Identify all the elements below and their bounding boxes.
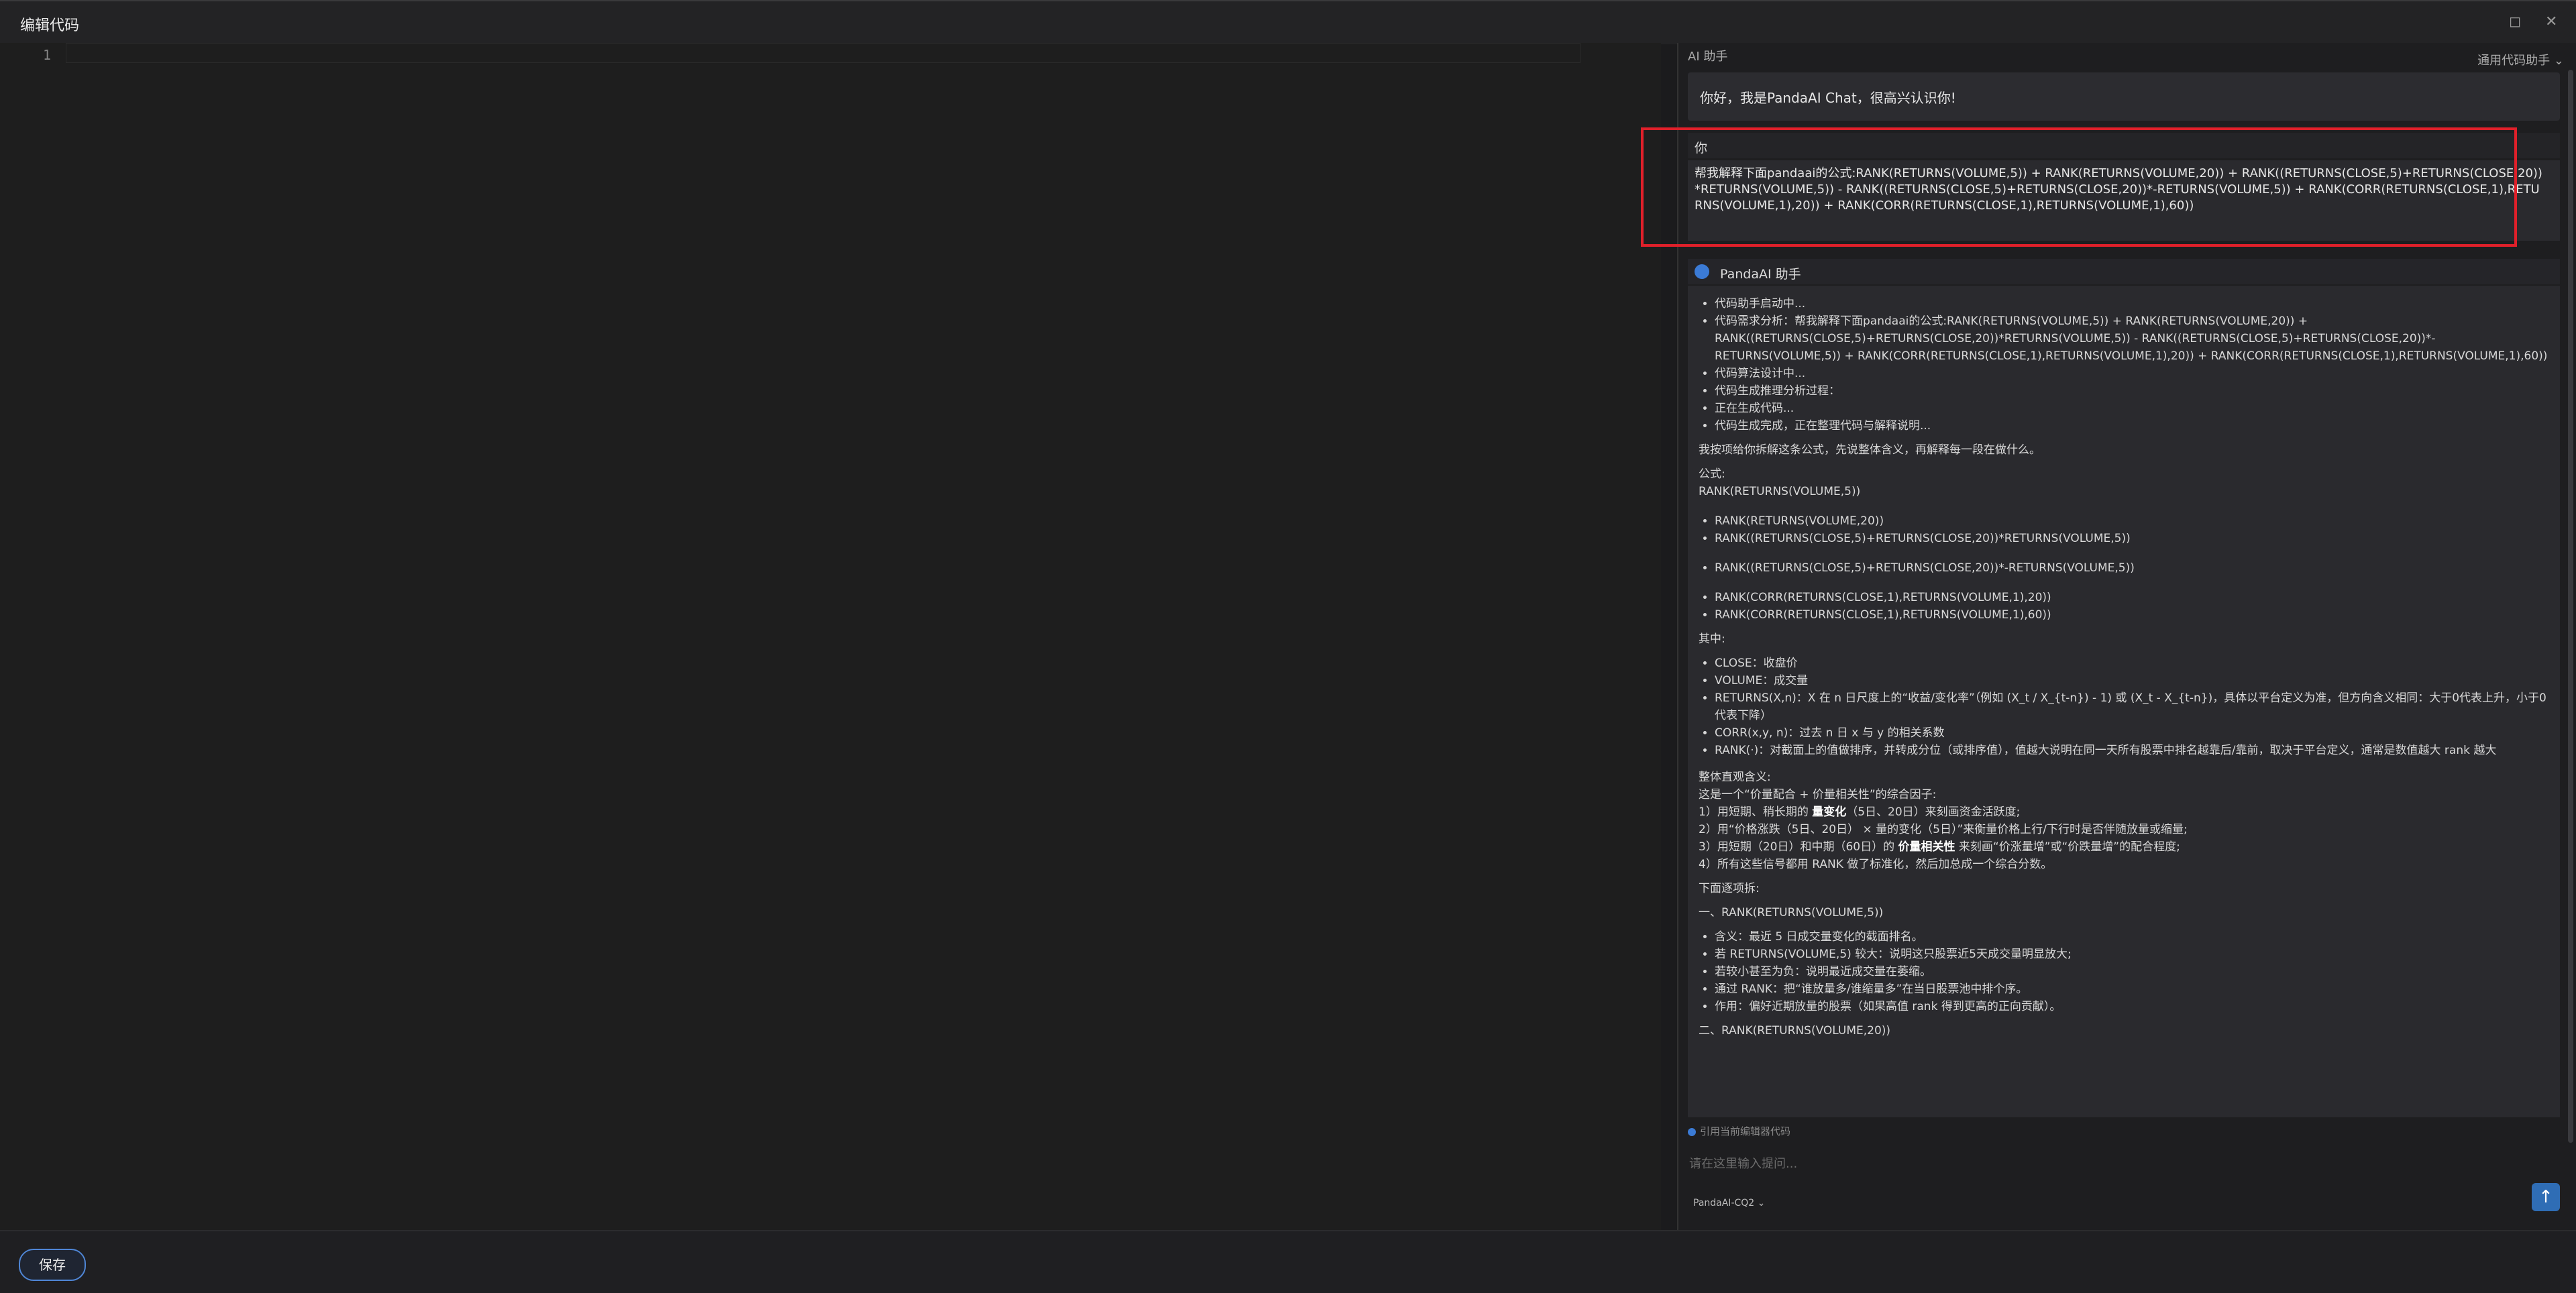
assistant-mode-select[interactable]: 通用代码助手 ⌄ [2477,51,2564,68]
list-item: 代码需求分析：帮我解释下面pandaai的公式:RANK(RETURNS(VOL… [1715,313,2551,365]
definitions-list: CLOSE：收盘价 VOLUME：成交量 RETURNS(X,n)：X 在 n … [1699,655,2551,759]
chevron-down-icon: ⌄ [2553,54,2564,68]
question-input-wrapper [1688,1149,2563,1183]
assistant-message: 代码助手启动中... 代码需求分析：帮我解释下面pandaai的公式:RANK(… [1688,286,2560,1117]
list-item: RANK(CORR(RETURNS(CLOSE,1),RETURNS(VOLUM… [1715,606,2551,624]
list-item: 代码生成完成，正在整理代码与解释说明... [1715,417,2551,435]
list-item: RANK(CORR(RETURNS(CLOSE,1),RETURNS(VOLUM… [1715,589,2551,606]
current-line-highlight[interactable] [66,43,1580,63]
point-bold: 价量相关性 [1898,840,1955,854]
formula-label: 公式: [1699,467,1725,481]
list-item: CORR(x,y, n)：过去 n 日 x 与 y 的相关系数 [1715,724,2551,742]
overall-point: 4）所有这些信号都用 RANK 做了标准化，然后加总成一个综合分数。 [1699,856,2551,873]
assistant-message-content: 代码助手启动中... 代码需求分析：帮我解释下面pandaai的公式:RANK(… [1699,295,2551,1046]
point-bold: 量变化 [1812,805,1847,819]
list-item: 含义：最近 5 日成交量变化的截面排名。 [1715,928,2551,946]
send-arrow-icon: ↑ [2538,1187,2553,1207]
model-label: PandaAI-CQ2 [1693,1198,1755,1208]
overall-point: 3）用短期（20日）和中期（60日）的 价量相关性 来刻画“价涨量增”或“价跌量… [1699,838,2551,856]
list-item: 若较小甚至为负：说明最近成交量在萎缩。 [1715,963,2551,980]
line-number-gutter: 1 [27,43,67,67]
point-text: （5日、20日）来刻画资金活跃度; [1846,805,2021,819]
assistant-mode-label: 通用代码助手 [2477,54,2551,68]
assistant-name: PandaAI 助手 [1720,267,1801,282]
chat-scrollbar[interactable] [2568,70,2573,1143]
overall-point: 1）用短期、稍长期的 量变化（5日、20日）来刻画资金活跃度; [1699,803,2551,821]
formula-first: RANK(RETURNS(VOLUME,5)) [1699,485,1861,498]
assistant-panel-title: AI 助手 [1688,50,1728,64]
list-item: RANK(·)：对截面上的值做排序，并转成分位（或排序值），值越大说明在同一天所… [1715,742,2551,759]
question-input[interactable] [1688,1149,2563,1178]
list-item: 代码生成推理分析过程： [1715,382,2551,400]
close-icon[interactable]: ✕ [2545,13,2557,30]
greeting-message: 你好，我是PandaAI Chat，很高兴认识你! [1688,72,2560,121]
footer-bar: 保存 [0,1230,2576,1293]
section1-list: 含义：最近 5 日成交量变化的截面排名。 若 RETURNS(VOLUME,5)… [1699,928,2551,1015]
assistant-header: AI 助手 通用代码助手 ⌄ [1688,47,2564,74]
cite-label: 引用当前编辑器代码 [1700,1125,1791,1137]
overall-intro: 这是一个“价量配合 + 价量相关性”的综合因子: [1699,788,1937,801]
chevron-down-icon: ⌄ [1754,1198,1766,1208]
code-editor[interactable]: 1 [0,43,1661,1230]
model-select[interactable]: PandaAI-CQ2 ⌄ [1693,1198,1765,1208]
point-text: 2）用“价格涨跌（5日、20日） × 量的变化（5日）”来衡量价格上行/下行时是… [1699,823,2188,836]
list-item: VOLUME：成交量 [1715,672,2551,689]
point-text: 来刻画“价涨量增”或“价跌量增”的配合程度; [1955,840,2180,854]
list-item: 代码助手启动中... [1715,295,2551,313]
point-text: 4）所有这些信号都用 RANK 做了标准化，然后加总成一个综合分数。 [1699,858,2053,871]
list-item: 代码算法设计中... [1715,365,2551,382]
formula-terms: RANK(RETURNS(VOLUME,20)) RANK((RETURNS(C… [1699,512,2551,624]
save-button[interactable]: 保存 [19,1249,86,1281]
list-item: RANK(RETURNS(VOLUME,20)) [1715,512,2551,530]
assistant-message-header: PandaAI 助手 [1688,259,2560,284]
overall-label: 整体直观含义: [1699,771,1771,784]
progress-list: 代码助手启动中... 代码需求分析：帮我解释下面pandaai的公式:RANK(… [1699,295,2551,435]
maximize-icon[interactable]: ◻ [2509,13,2521,30]
radio-dot-icon [1688,1127,1696,1136]
assistant-avatar-icon [1695,264,1709,279]
where-label: 其中: [1699,632,1725,646]
section-title: 一、RANK(RETURNS(VOLUME,5)) [1699,906,1884,919]
breakdown-label: 下面逐项拆: [1699,882,1760,895]
point-text: 3）用短期（20日）和中期（60日）的 [1699,840,1898,854]
list-item: RANK((RETURNS(CLOSE,5)+RETURNS(CLOSE,20)… [1715,530,2551,547]
list-item: 若 RETURNS(VOLUME,5) 较大：说明这只股票近5天成交量明显放大; [1715,946,2551,963]
point-text: 1）用短期、稍长期的 [1699,805,1813,819]
window-title: 编辑代码 [20,17,80,34]
intro-text: 我按项给你拆解这条公式，先说整体含义，再解释每一段在做什么。 [1699,443,2041,457]
line-number: 1 [42,47,52,63]
greeting-text: 你好，我是PandaAI Chat，很高兴认识你! [1700,90,1956,106]
list-item: 作用：偏好近期放量的股票（如果高值 rank 得到更高的正向贡献）。 [1715,998,2551,1015]
list-item: 通过 RANK：把“谁放量多/谁缩量多”在当日股票池中排个序。 [1715,980,2551,998]
send-button[interactable]: ↑ [2532,1183,2560,1211]
list-item: RANK((RETURNS(CLOSE,5)+RETURNS(CLOSE,20)… [1715,559,2551,577]
section-title: 二、RANK(RETURNS(VOLUME,20)) [1699,1024,1891,1037]
list-item: 正在生成代码... [1715,400,2551,417]
list-item: CLOSE：收盘价 [1715,655,2551,672]
list-item: RETURNS(X,n)：X 在 n 日尺度上的“收益/变化率”（例如 (X_t… [1715,689,2551,724]
cite-editor-code-toggle[interactable]: 引用当前编辑器代码 [1688,1124,1790,1138]
window-titlebar: 编辑代码 ◻ ✕ [0,0,2576,44]
overall-point: 2）用“价格涨跌（5日、20日） × 量的变化（5日）”来衡量价格上行/下行时是… [1699,821,2551,838]
highlight-annotation-box [1641,127,2517,247]
